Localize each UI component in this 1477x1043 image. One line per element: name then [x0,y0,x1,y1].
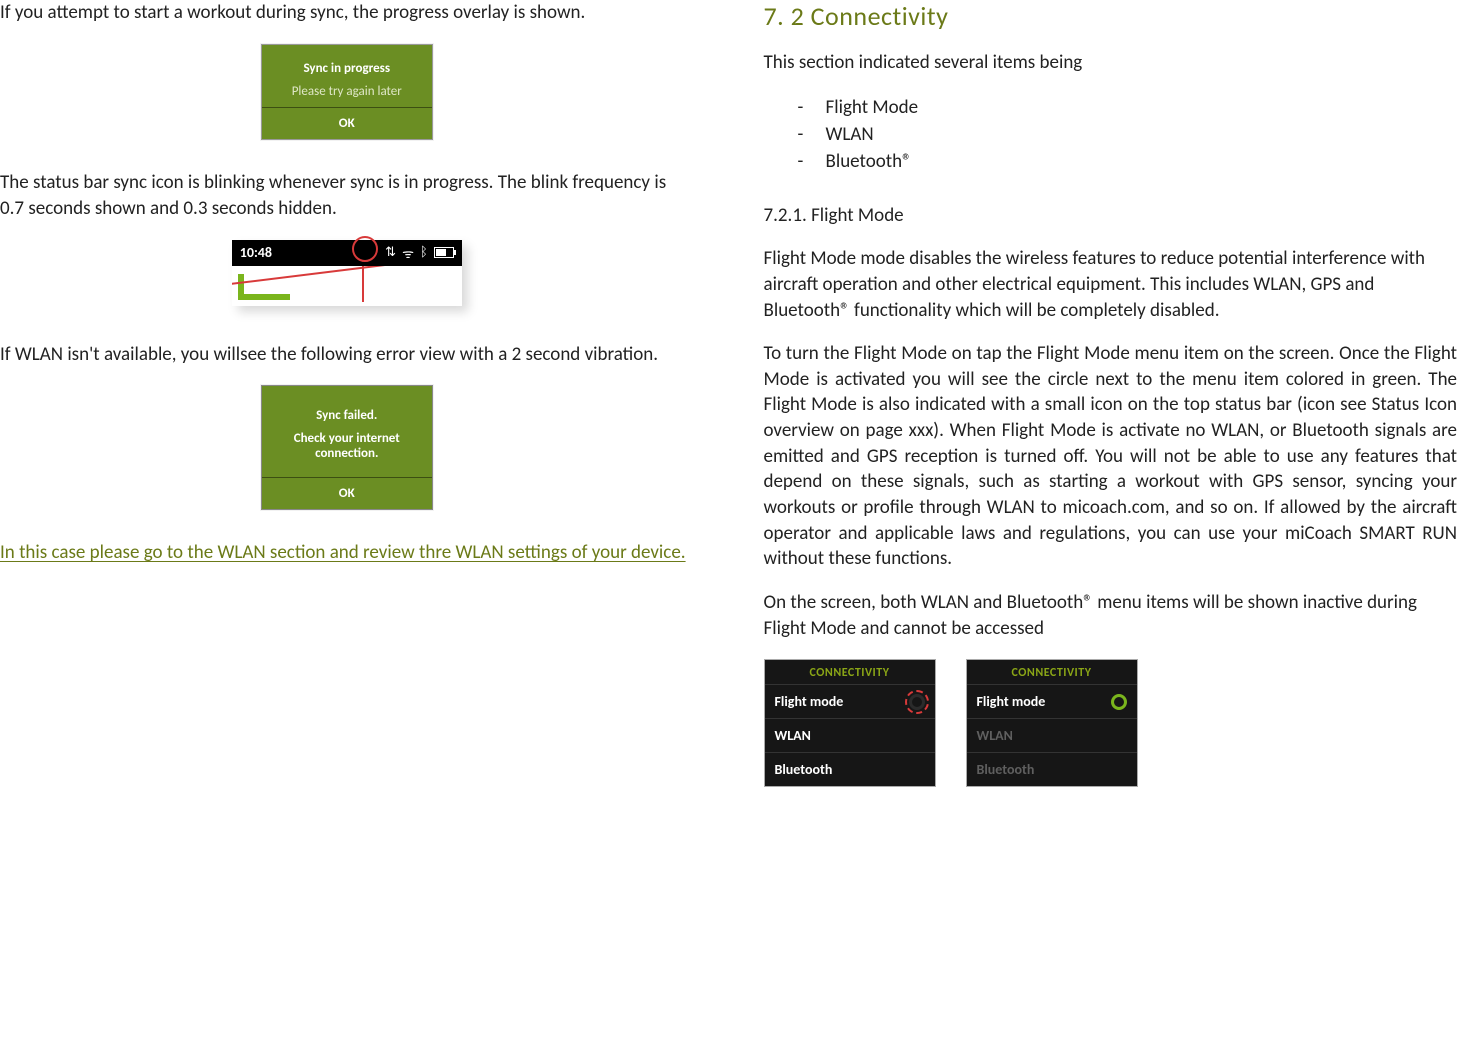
connectivity-panel-on: CONNECTIVITY Flight mode WLAN Bluetooth [966,659,1138,787]
flightmode-para2: To turn the Flight Mode on tap the Fligh… [764,341,1458,572]
conn-item-label: Flight mode [977,693,1046,710]
flightmode-para1: Flight Mode mode disables the wireless f… [764,246,1458,323]
conn-item-label: Bluetooth [977,761,1035,778]
sync-icon: ⇅ [385,245,396,260]
conn-item-label: Bluetooth [775,761,833,778]
dialog2-body: Check your internet connection. [270,431,424,461]
bullet-bluetooth: Bluetooth® [804,148,1458,175]
statusbar-icons: ⇅ ᯤ ᛒ [385,244,454,262]
connectivity-panel-off: CONNECTIVITY Flight mode WLAN Bluetooth [764,659,936,787]
dialog1-title: Sync in progress [270,61,424,76]
wifi-icon: ᯤ [402,244,414,262]
bullet-flight-mode: Flight Mode [804,94,1458,121]
conn-item-wlan[interactable]: WLAN [765,718,935,752]
conn-item-flight-mode[interactable]: Flight mode [967,684,1137,718]
wlan-paragraph: If WLAN isn't available, you willsee the… [0,342,694,368]
battery-icon [434,247,454,258]
conn-item-wlan-disabled: WLAN [967,718,1137,752]
dialog1-ok-button[interactable]: OK [262,107,432,139]
intro-paragraph: If you attempt to start a workout during… [0,0,694,26]
statusbar-figure: 10:48 ⇅ ᯤ ᛒ [232,240,462,306]
bullet-list: Flight Mode WLAN Bluetooth® [764,94,1458,175]
connectivity-header: CONNECTIVITY [765,660,935,684]
conn-item-label: Flight mode [775,693,844,710]
sync-progress-dialog: Sync in progress Please try again later … [261,44,433,141]
accent-paragraph: In this case please go to the WLAN secti… [0,540,694,566]
subsection-heading: 7.2.1. Flight Mode [764,203,1458,229]
dialog1-body: Please try again later [270,84,424,100]
annotation-vertical [362,266,364,302]
annotation-circle [352,236,378,262]
dialog2-ok-button[interactable]: OK [262,477,432,509]
bluetooth-icon: ᛒ [420,245,428,260]
conn-item-bluetooth-disabled: Bluetooth [967,752,1137,786]
status-paragraph: The status bar sync icon is blinking whe… [0,170,694,221]
flightmode-para3: On the screen, both WLAN and Bluetooth® … [764,590,1458,641]
sync-failed-dialog: Sync failed. Check your internet connect… [261,385,433,510]
connectivity-header: CONNECTIVITY [967,660,1137,684]
statusbar-time: 10:48 [240,244,272,261]
conn-item-label: WLAN [775,727,811,744]
flight-mode-toggle-on[interactable] [1111,694,1127,710]
bullet-wlan: WLAN [804,121,1458,148]
dialog2-title: Sync failed. [270,408,424,423]
conn-item-bluetooth[interactable]: Bluetooth [765,752,935,786]
section-heading: 7. 2 Connectivity [764,0,1458,32]
section-intro: This section indicated several items bei… [764,50,1458,76]
flight-mode-toggle-off[interactable] [909,694,925,710]
conn-item-label: WLAN [977,727,1013,744]
conn-item-flight-mode[interactable]: Flight mode [765,684,935,718]
